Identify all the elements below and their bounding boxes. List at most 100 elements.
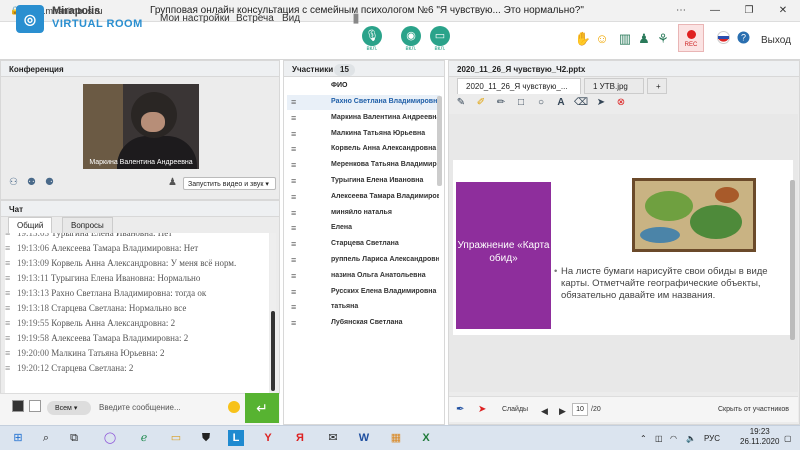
mic-toggle-icon[interactable]: 🎙	[362, 26, 382, 46]
marker-icon[interactable]: ✏	[494, 97, 508, 108]
minimize-button[interactable]: —	[698, 5, 732, 16]
tab-presentation-file[interactable]: 2020_11_26_Я чувствую_...	[457, 78, 581, 94]
video-tile[interactable]: Маркина Валентина Андреевна	[83, 84, 199, 169]
chat-scroll-thumb[interactable]	[271, 311, 275, 391]
participant-row[interactable]: ≡ Турыгина Елена Ивановна	[287, 174, 440, 189]
record-button[interactable]: REC	[678, 24, 704, 52]
mic-slider-icon[interactable]: ▮	[347, 10, 365, 26]
windows-start-icon[interactable]: ⊞	[10, 430, 26, 446]
more-menu-button[interactable]: ⋯	[664, 5, 698, 16]
pointer-icon[interactable]: ➤	[594, 97, 608, 108]
tab-general[interactable]: Общий	[8, 217, 53, 233]
yandex-browser-icon[interactable]: Y	[260, 430, 276, 446]
screen-share-icon[interactable]: ▭	[430, 26, 450, 46]
drag-handle-icon[interactable]: ≡	[291, 144, 296, 154]
bg-color-icon[interactable]	[29, 400, 41, 412]
tab-image-file[interactable]: 1 УТВ.jpg	[584, 78, 644, 94]
help-icon[interactable]: ?	[734, 31, 752, 47]
rectangle-icon[interactable]: □	[514, 97, 528, 108]
text-tool-icon[interactable]: A	[554, 97, 568, 108]
paint-icon[interactable]: ▦	[388, 430, 404, 446]
start-video-dropdown[interactable]: Запустить видео и звук ▾	[183, 177, 276, 190]
stats-icon[interactable]: ▥	[616, 31, 634, 47]
chat-scrollbar[interactable]	[270, 233, 276, 393]
participant-row[interactable]: ≡ Лубянская Светлана	[287, 316, 440, 331]
participant-row[interactable]: ≡ Малкина Татьяна Юрьевна	[287, 127, 440, 142]
emoji-icon[interactable]: ☺	[593, 31, 611, 46]
users-icon[interactable]: ♟	[635, 31, 653, 47]
fio-column-header[interactable]: ФИО	[331, 82, 347, 89]
participant-row[interactable]: ≡ Маркина Валентина Андреевна	[287, 111, 440, 126]
hide-from-participants-button[interactable]: Скрыть от участников	[718, 406, 789, 413]
russia-flag-icon[interactable]	[714, 31, 732, 47]
recipient-select[interactable]: Всем ▾	[47, 401, 91, 415]
participant-row[interactable]: ≡ Алексеева Тамара Владимировна	[287, 190, 440, 205]
close-button[interactable]: ✕	[766, 5, 800, 16]
tab-questions[interactable]: Вопросы	[62, 217, 113, 233]
speaker-view-icon[interactable]: ⚉	[27, 177, 36, 188]
network-icon[interactable]: ⚘	[654, 31, 672, 47]
participant-row[interactable]: ≡ миняйло наталья	[287, 206, 440, 221]
participants-scrollbar[interactable]	[437, 96, 442, 186]
layout-icon[interactable]: ⚈	[45, 177, 54, 188]
participant-row[interactable]: ≡ Елена	[287, 221, 440, 236]
slide-scrollbar[interactable]	[790, 180, 795, 340]
drag-handle-icon[interactable]: ≡	[291, 176, 296, 186]
explorer-icon[interactable]: ▭	[168, 430, 184, 446]
task-view-icon[interactable]: ⧉	[66, 430, 82, 446]
participant-row[interactable]: ≡ руппель Лариса Александровна	[287, 253, 440, 268]
edge-icon[interactable]: ℯ	[136, 430, 152, 446]
participant-row[interactable]: ≡ Корвель Анна Александровна	[287, 142, 440, 157]
tray-network-icon[interactable]: ◫	[655, 434, 663, 443]
raise-hand-icon[interactable]: ✋	[574, 31, 592, 47]
drag-handle-icon[interactable]: ≡	[291, 239, 296, 249]
participant-row[interactable]: ≡ Рахно Светлана Владимировна	[287, 95, 440, 110]
prev-slide-icon[interactable]: ◀	[541, 406, 548, 417]
drag-handle-icon[interactable]: ≡	[291, 271, 296, 281]
drag-handle-icon[interactable]: ≡	[291, 160, 296, 170]
laser-pointer-icon[interactable]: ➤	[478, 404, 486, 415]
participant-row[interactable]: ≡ Меренкова Татьяна Владимировна	[287, 158, 440, 173]
pen-active-icon[interactable]: ✒	[456, 404, 464, 415]
send-button[interactable]: ↵	[245, 393, 279, 423]
app-l-icon[interactable]: L	[228, 430, 244, 446]
alice-icon[interactable]: ◯	[102, 430, 118, 446]
clear-icon[interactable]: ⊗	[614, 97, 628, 108]
drag-handle-icon[interactable]: ≡	[291, 192, 296, 202]
pen-icon[interactable]: ✎	[454, 97, 468, 108]
emoji-picker-icon[interactable]	[228, 401, 240, 413]
drag-handle-icon[interactable]: ≡	[291, 318, 296, 328]
mail-icon[interactable]: ✉	[325, 430, 341, 446]
search-icon[interactable]: ⌕	[38, 430, 54, 446]
camera-toggle-icon[interactable]: ◉	[401, 26, 421, 46]
nav-view[interactable]: Вид	[282, 13, 300, 24]
nav-meeting[interactable]: Встреча	[236, 13, 274, 24]
next-slide-icon[interactable]: ▶	[559, 406, 566, 417]
add-tab-button[interactable]: +	[647, 78, 667, 94]
drag-handle-icon[interactable]: ≡	[291, 223, 296, 233]
slides-label[interactable]: Слайды	[502, 406, 528, 413]
excel-icon[interactable]: X	[418, 430, 434, 446]
message-input[interactable]: Введите сообщение...	[96, 400, 226, 416]
maximize-button[interactable]: ❐	[732, 5, 766, 16]
circle-icon[interactable]: ○	[534, 97, 548, 108]
participant-row[interactable]: ≡ татьяна	[287, 300, 440, 315]
participants-view-icon[interactable]: ⚇	[9, 177, 18, 188]
notifications-icon[interactable]: ▢	[784, 434, 792, 443]
participant-row[interactable]: ≡ Русских Елена Владимировна	[287, 285, 440, 300]
participant-row[interactable]: ≡ назина Ольга Анатольевна	[287, 269, 440, 284]
drag-handle-icon[interactable]: ≡	[291, 97, 296, 107]
highlighter-icon[interactable]: ✐	[474, 97, 488, 108]
word-icon[interactable]: W	[356, 430, 372, 446]
language-indicator[interactable]: РУС	[704, 434, 720, 443]
drag-handle-icon[interactable]: ≡	[291, 208, 296, 218]
eraser-icon[interactable]: ⌫	[574, 97, 588, 108]
store-icon[interactable]: ⛊	[198, 430, 214, 446]
participant-row[interactable]: ≡ Старцева Светлана	[287, 237, 440, 252]
nav-my-settings[interactable]: Мои настройки	[160, 13, 230, 24]
exit-button[interactable]: Выход	[761, 35, 791, 46]
drag-handle-icon[interactable]: ≡	[291, 287, 296, 297]
page-number-input[interactable]: 10	[572, 403, 588, 416]
tray-volume-icon[interactable]: 🔈	[686, 434, 696, 443]
drag-handle-icon[interactable]: ≡	[291, 255, 296, 265]
